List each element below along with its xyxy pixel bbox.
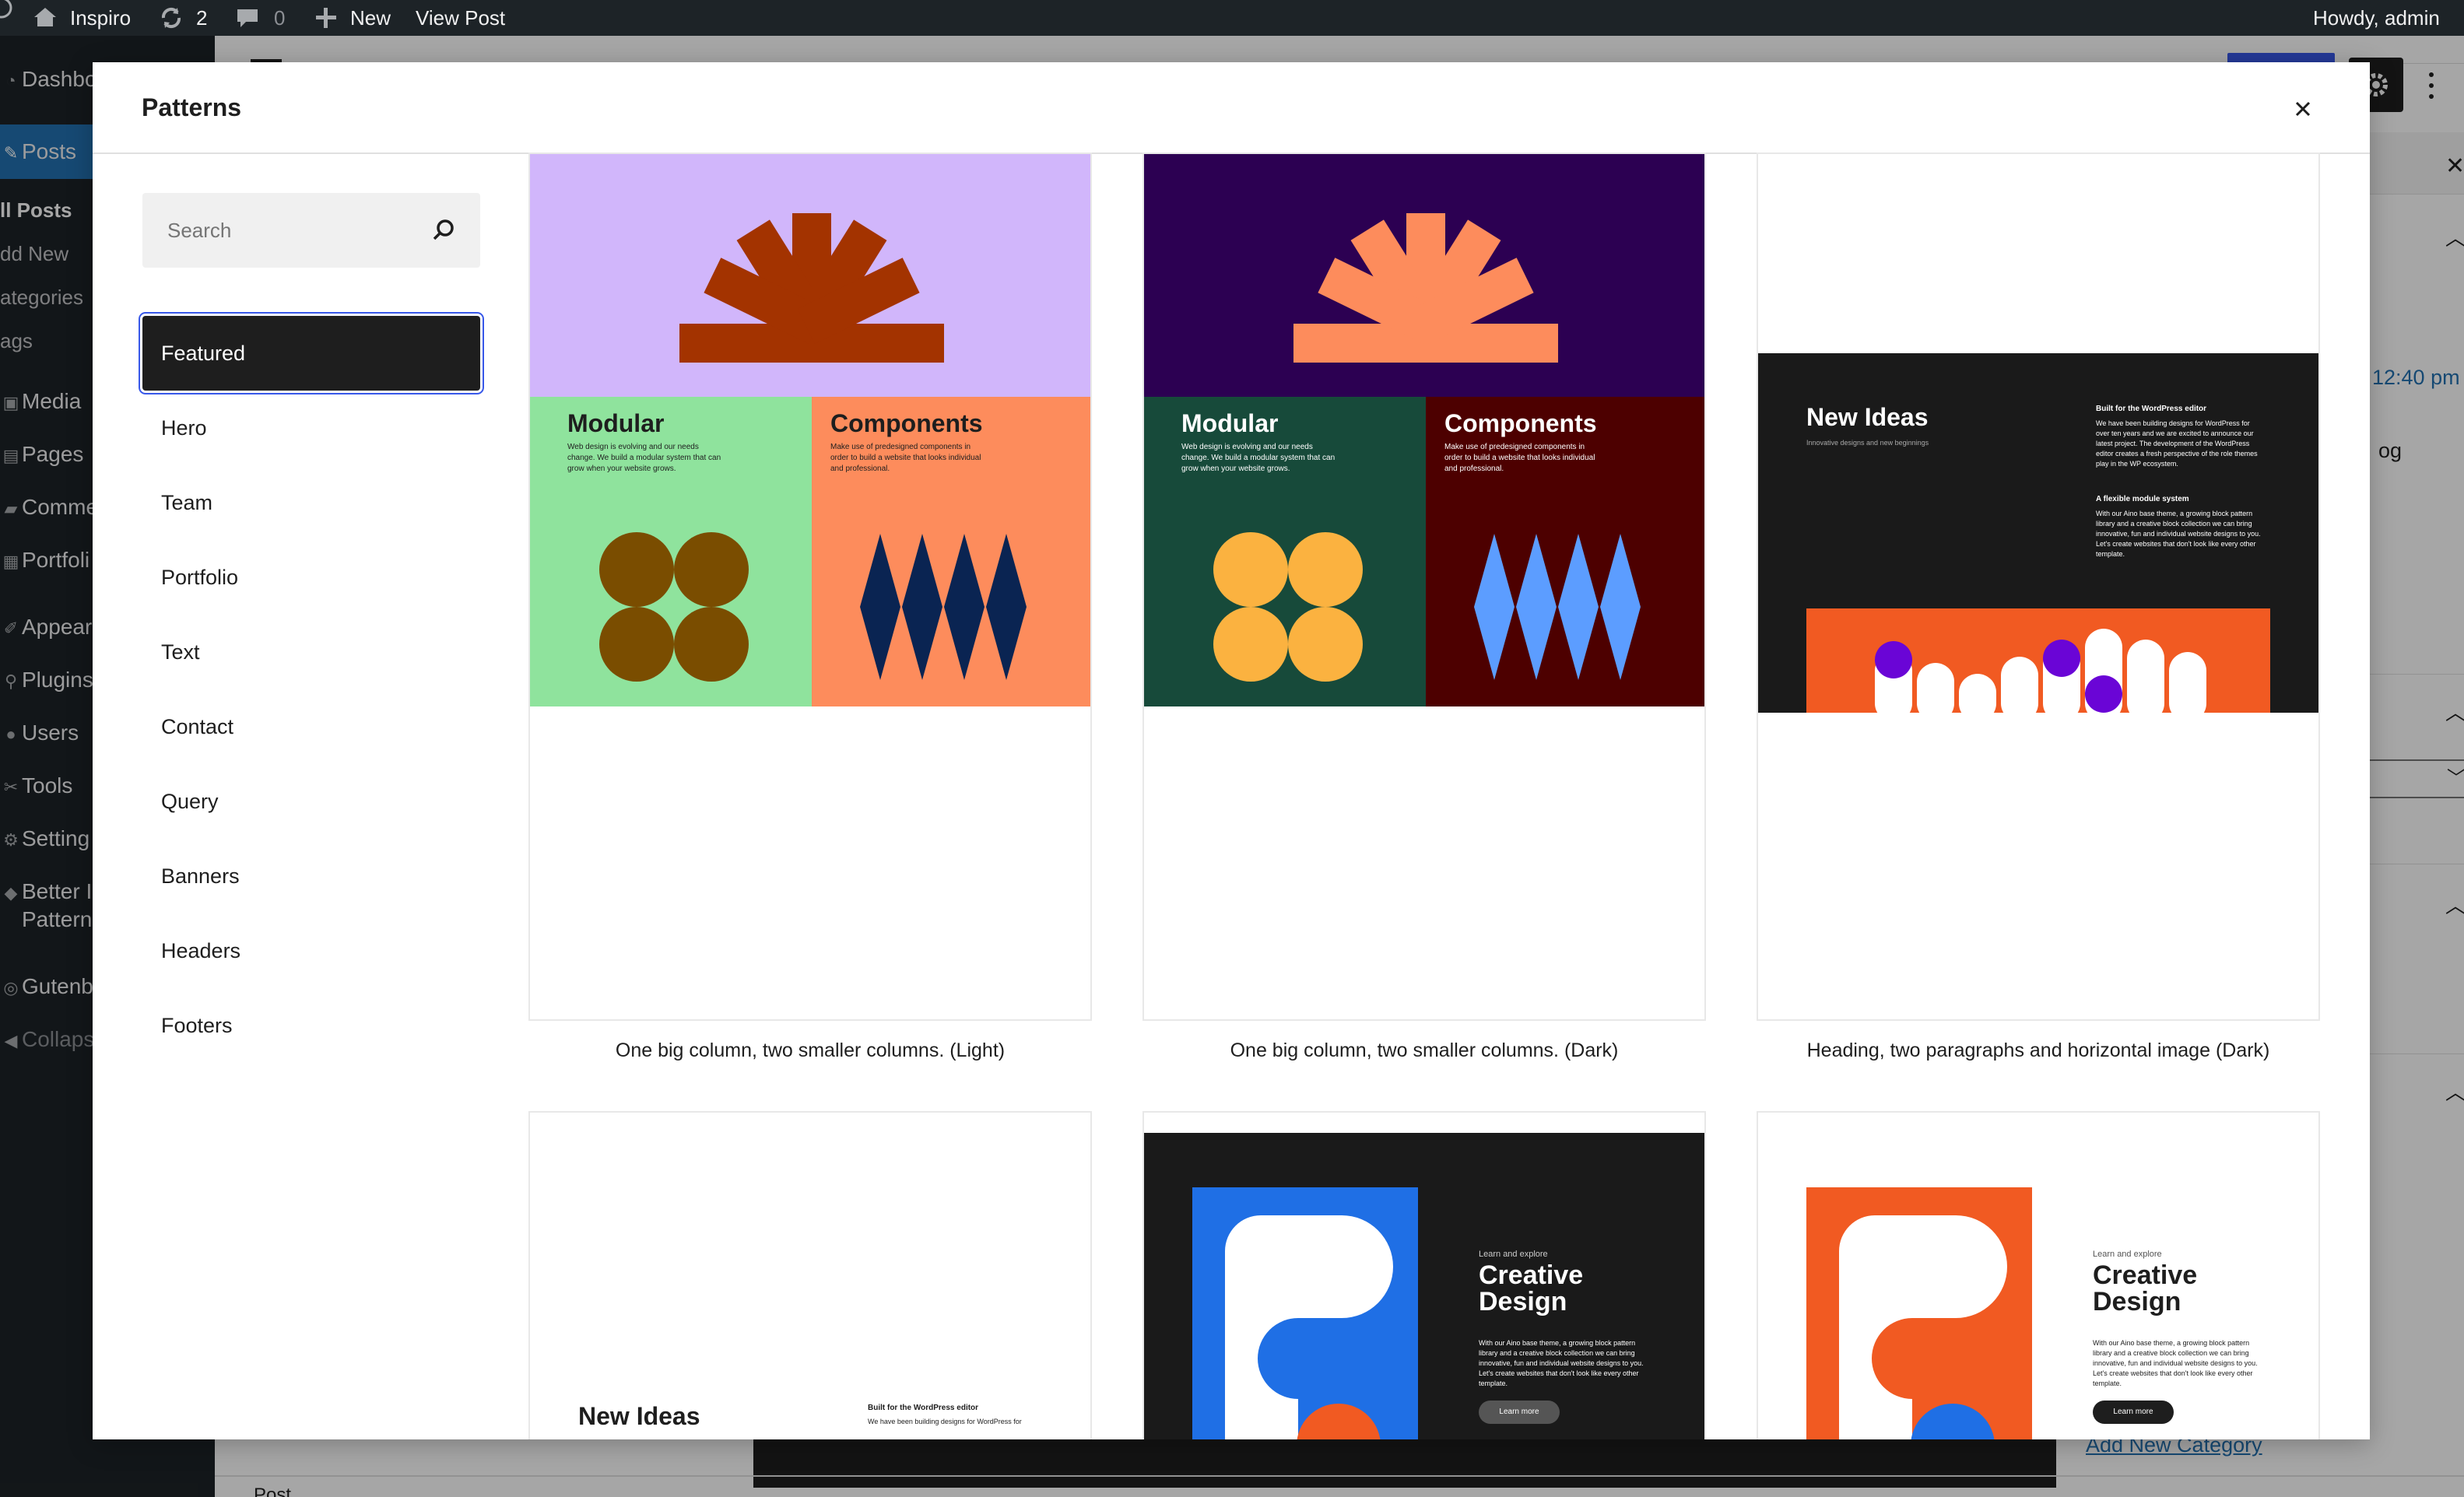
category-portfolio[interactable]: Portfolio: [142, 540, 480, 615]
pattern-subheading: Innovative designs and new beginnings: [1806, 439, 1929, 447]
close-icon: [2295, 101, 2311, 117]
search-input[interactable]: [142, 193, 423, 268]
category-featured[interactable]: Featured: [142, 316, 480, 391]
admin-bar: Inspiro 2 0 New View Post Howdy, admin: [0, 0, 2464, 36]
pattern-caption: One big column, two smaller columns. (Da…: [1230, 1039, 1619, 1061]
pattern-heading: Components: [830, 409, 983, 437]
pattern-preview-image: [1758, 353, 2318, 722]
pattern-heading: New Ideas: [578, 1402, 700, 1430]
pattern-paragraph: We have been building designs for WordPr…: [868, 1418, 1022, 1425]
wordpress-logo-icon[interactable]: [0, 0, 16, 36]
pattern-heading: Modular: [1181, 409, 1279, 437]
pattern-paragraph: With our Aino base theme, a growing bloc…: [2096, 510, 2261, 558]
comments-count[interactable]: 0: [274, 0, 285, 36]
modal-header: Patterns: [93, 62, 2370, 154]
category-headers[interactable]: Headers: [142, 913, 480, 988]
category-hero[interactable]: Hero: [142, 391, 480, 465]
category-contact[interactable]: Contact: [142, 689, 480, 764]
pattern-preview-image: [530, 154, 1090, 706]
updates-count[interactable]: 2: [196, 0, 207, 36]
pattern-preview-dark[interactable]: Modular Web design is evolving and our n…: [1142, 153, 1706, 1021]
category-banners[interactable]: Banners: [142, 839, 480, 913]
learn-more-button: Learn more: [1479, 1401, 1560, 1424]
category-query[interactable]: Query: [142, 764, 480, 839]
pattern-paragraph: With our Aino base theme, a growing bloc…: [2093, 1339, 2258, 1387]
view-post-link[interactable]: View Post: [416, 0, 505, 36]
pattern-paragraph-title: Built for the WordPress editor: [868, 1404, 979, 1412]
category-footers[interactable]: Footers: [142, 988, 480, 1063]
pattern-heading: Modular: [567, 409, 665, 437]
pattern-text: Make use of predesigned components in or…: [1444, 443, 1595, 473]
pattern-preview-new-ideas-light[interactable]: New Ideas Built for the WordPress editor…: [528, 1111, 1092, 1439]
pattern-heading: New Ideas: [1806, 403, 1929, 431]
pattern-text: Web design is evolving and our needs cha…: [567, 443, 721, 473]
pattern-caption: One big column, two smaller columns. (Li…: [615, 1039, 1006, 1061]
pattern-paragraph: We have been building designs for WordPr…: [2096, 419, 2258, 468]
pattern-heading: Creative Design: [2093, 1260, 2198, 1316]
pattern-paragraph: With our Aino base theme, a growing bloc…: [1479, 1339, 1644, 1387]
pattern-caption: Heading, two paragraphs and horizontal i…: [1806, 1039, 2270, 1061]
pattern-eyebrow: Learn and explore: [1479, 1250, 1548, 1259]
pattern-text: Web design is evolving and our needs cha…: [1181, 443, 1336, 473]
pattern-preview-heading-paragraphs[interactable]: New Ideas Innovative designs and new beg…: [1757, 153, 2320, 1021]
pattern-eyebrow: Learn and explore: [2093, 1250, 2162, 1259]
pattern-preview-creative-design-light[interactable]: Learn and explore Creative Design With o…: [1757, 1111, 2320, 1439]
pattern-heading: Creative Design: [1479, 1260, 1584, 1316]
search-box: [142, 193, 480, 268]
modal-title: Patterns: [142, 93, 242, 121]
category-team[interactable]: Team: [142, 465, 480, 540]
home-icon[interactable]: [31, 0, 59, 36]
pattern-text: Make use of predesigned components in or…: [830, 443, 981, 473]
close-button[interactable]: [2283, 89, 2322, 128]
patterns-modal: Patterns Featured Hero Team Portfolio Te…: [93, 62, 2370, 1439]
pattern-heading: Components: [1444, 409, 1597, 437]
pattern-preview-image: [1144, 1133, 1704, 1439]
comments-icon[interactable]: [235, 0, 260, 36]
site-name-link[interactable]: Inspiro: [70, 0, 131, 36]
new-content-link[interactable]: New: [350, 0, 391, 36]
pattern-preview-image: [1806, 1187, 2032, 1439]
updates-icon[interactable]: [159, 0, 184, 36]
pattern-preview-creative-design-dark[interactable]: Learn and explore Creative Design With o…: [1142, 1111, 1706, 1439]
account-menu[interactable]: Howdy, admin: [2313, 0, 2440, 36]
pattern-preview-image: [1144, 154, 1704, 706]
search-icon[interactable]: [429, 216, 458, 245]
category-text[interactable]: Text: [142, 615, 480, 689]
pattern-paragraph-title: Built for the WordPress editor: [2096, 405, 2207, 413]
learn-more-button: Learn more: [2093, 1401, 2174, 1424]
pattern-paragraph-title: A flexible module system: [2096, 495, 2189, 503]
pattern-preview-light[interactable]: Modular Web design is evolving and our n…: [528, 153, 1092, 1021]
plus-icon[interactable]: [314, 0, 338, 36]
